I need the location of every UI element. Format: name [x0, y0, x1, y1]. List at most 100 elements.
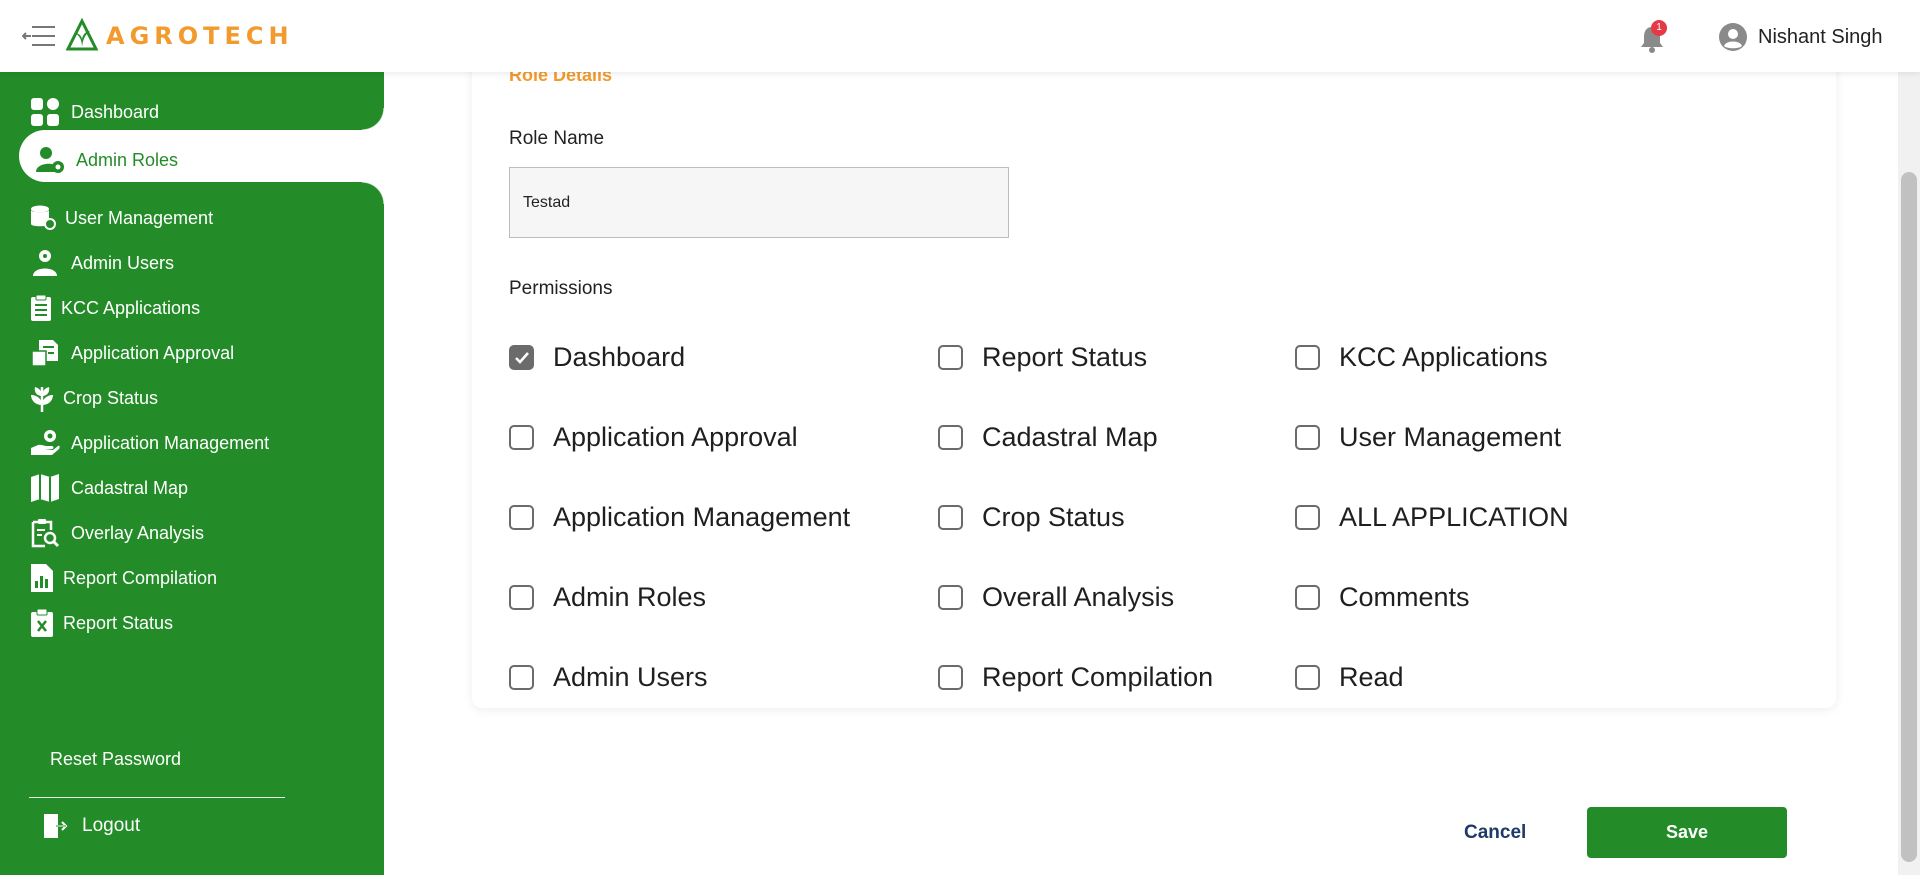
permission-admin-roles[interactable]: Admin Roles [509, 582, 706, 613]
permission-admin-users[interactable]: Admin Users [509, 662, 708, 693]
sidebar-item-label: Dashboard [71, 101, 160, 122]
permission-overall-analysis[interactable]: Overall Analysis [938, 582, 1174, 613]
scrollbar-thumb[interactable] [1901, 172, 1917, 862]
plant-icon [29, 382, 55, 414]
permission-label: Application Management [553, 502, 851, 532]
permission-checkbox[interactable] [938, 425, 963, 450]
sidebar-item-user-management[interactable]: User Management [29, 200, 213, 236]
permission-label: Admin Roles [553, 582, 707, 612]
top-header: AGROTECH 1 Nishant Singh [0, 0, 1920, 72]
sidebar-item-overlay-analysis[interactable]: Overlay Analysis [29, 515, 204, 551]
role-name-input[interactable] [509, 167, 1009, 238]
permission-checkbox[interactable] [1295, 425, 1320, 450]
brand-name: AGROTECH [106, 22, 294, 50]
sidebar-item-admin-users[interactable]: Admin Users [29, 245, 174, 281]
permission-checkbox[interactable] [1295, 665, 1320, 690]
permission-checkbox[interactable] [938, 585, 963, 610]
permission-label: Crop Status [982, 502, 1125, 532]
sidebar-item-application-approval[interactable]: Application Approval [29, 335, 234, 371]
permission-checkbox[interactable] [509, 665, 534, 690]
sidebar-item-label: Report Status [63, 612, 174, 633]
clipboard-x-icon [29, 607, 55, 639]
sidebar-item-cadastral-map[interactable]: Cadastral Map [29, 470, 188, 506]
save-button[interactable]: Save [1587, 807, 1787, 858]
sidebar: Dashboard Admin Roles User Management Ad… [0, 72, 384, 875]
permission-report-compilation[interactable]: Report Compilation [938, 662, 1213, 693]
permission-label: Comments [1339, 582, 1470, 612]
permission-label: Application Approval [553, 422, 798, 452]
permission-checkbox[interactable] [1295, 345, 1320, 370]
user-avatar-icon [1719, 23, 1747, 51]
sidebar-item-label: Admin Users [71, 252, 175, 273]
sidebar-item-label: Application Approval [71, 342, 235, 363]
role-name-label: Role Name [509, 128, 605, 149]
permission-application-management[interactable]: Application Management [509, 502, 850, 533]
cancel-button[interactable]: Cancel [1464, 822, 1526, 844]
permission-label: ALL APPLICATION [1339, 502, 1569, 532]
sidebar-item-label: KCC Applications [61, 297, 201, 318]
sidebar-item-label: Crop Status [63, 387, 159, 408]
vertical-scrollbar[interactable] [1898, 72, 1920, 875]
permission-checkbox[interactable] [509, 585, 534, 610]
permission-checkbox[interactable] [1295, 585, 1320, 610]
permissions-label: Permissions [509, 278, 613, 299]
reset-password-link[interactable]: Reset Password [50, 749, 181, 770]
permission-checkbox[interactable] [938, 345, 963, 370]
hand-gear-icon [29, 427, 61, 459]
permission-read[interactable]: Read [1295, 662, 1404, 693]
document-approval-icon [29, 337, 61, 369]
permission-label: Cadastral Map [982, 422, 1158, 452]
permission-dashboard[interactable]: Dashboard [509, 342, 685, 373]
permission-comments[interactable]: Comments [1295, 582, 1470, 613]
permission-checkbox[interactable] [509, 345, 534, 370]
sidebar-item-crop-status[interactable]: Crop Status [29, 380, 158, 416]
logout-button[interactable]: Logout [42, 812, 140, 840]
permission-label: Dashboard [553, 342, 686, 372]
logout-icon [42, 812, 68, 840]
permission-label: Admin Users [553, 662, 708, 692]
permission-all-application[interactable]: ALL APPLICATION [1295, 502, 1569, 533]
clipboard-search-icon [29, 517, 61, 549]
sidebar-item-admin-roles[interactable]: Admin Roles [34, 142, 178, 178]
user-name: Nishant Singh [1758, 25, 1883, 48]
checkmark-icon [514, 351, 529, 364]
permission-checkbox[interactable] [509, 505, 534, 530]
permission-label: KCC Applications [1339, 342, 1548, 372]
permission-checkbox[interactable] [1295, 505, 1320, 530]
sidebar-item-label: Cadastral Map [71, 477, 189, 498]
sidebar-item-report-status[interactable]: Report Status [29, 605, 173, 641]
permission-cadastral-map[interactable]: Cadastral Map [938, 422, 1158, 453]
permission-label: User Management [1339, 422, 1562, 452]
permission-label: Read [1339, 662, 1404, 692]
user-menu[interactable]: Nishant Singh [1718, 22, 1883, 52]
permission-label: Overall Analysis [982, 582, 1175, 612]
sidebar-divider [29, 797, 285, 798]
sidebar-item-dashboard[interactable]: Dashboard [29, 94, 159, 130]
permission-application-approval[interactable]: Application Approval [509, 422, 798, 453]
sidebar-item-label: Application Management [71, 432, 270, 453]
report-chart-icon [29, 562, 55, 594]
permission-label: Report Status [982, 342, 1148, 372]
user-gear-icon [34, 144, 66, 176]
database-user-icon [29, 202, 57, 234]
permission-checkbox[interactable] [509, 425, 534, 450]
menu-collapse-icon[interactable] [21, 24, 56, 48]
permission-label: Report Compilation [982, 662, 1214, 692]
permission-kcc-applications[interactable]: KCC Applications [1295, 342, 1548, 373]
sidebar-item-kcc-applications[interactable]: KCC Applications [29, 290, 200, 326]
clipboard-list-icon [29, 292, 53, 324]
permission-report-status[interactable]: Report Status [938, 342, 1147, 373]
leaf-logo-icon [66, 18, 98, 51]
sidebar-item-application-management[interactable]: Application Management [29, 425, 269, 461]
sidebar-item-label: User Management [65, 207, 214, 228]
user-settings-icon [29, 247, 61, 279]
map-icon [29, 472, 61, 504]
agrotech-logo[interactable]: AGROTECH [66, 18, 294, 54]
sidebar-item-report-compilation[interactable]: Report Compilation [29, 560, 217, 596]
permission-checkbox[interactable] [938, 665, 963, 690]
notification-count-badge: 1 [1651, 20, 1667, 36]
permission-user-management[interactable]: User Management [1295, 422, 1561, 453]
permission-checkbox[interactable] [938, 505, 963, 530]
grid-icon [29, 96, 61, 128]
permission-crop-status[interactable]: Crop Status [938, 502, 1125, 533]
